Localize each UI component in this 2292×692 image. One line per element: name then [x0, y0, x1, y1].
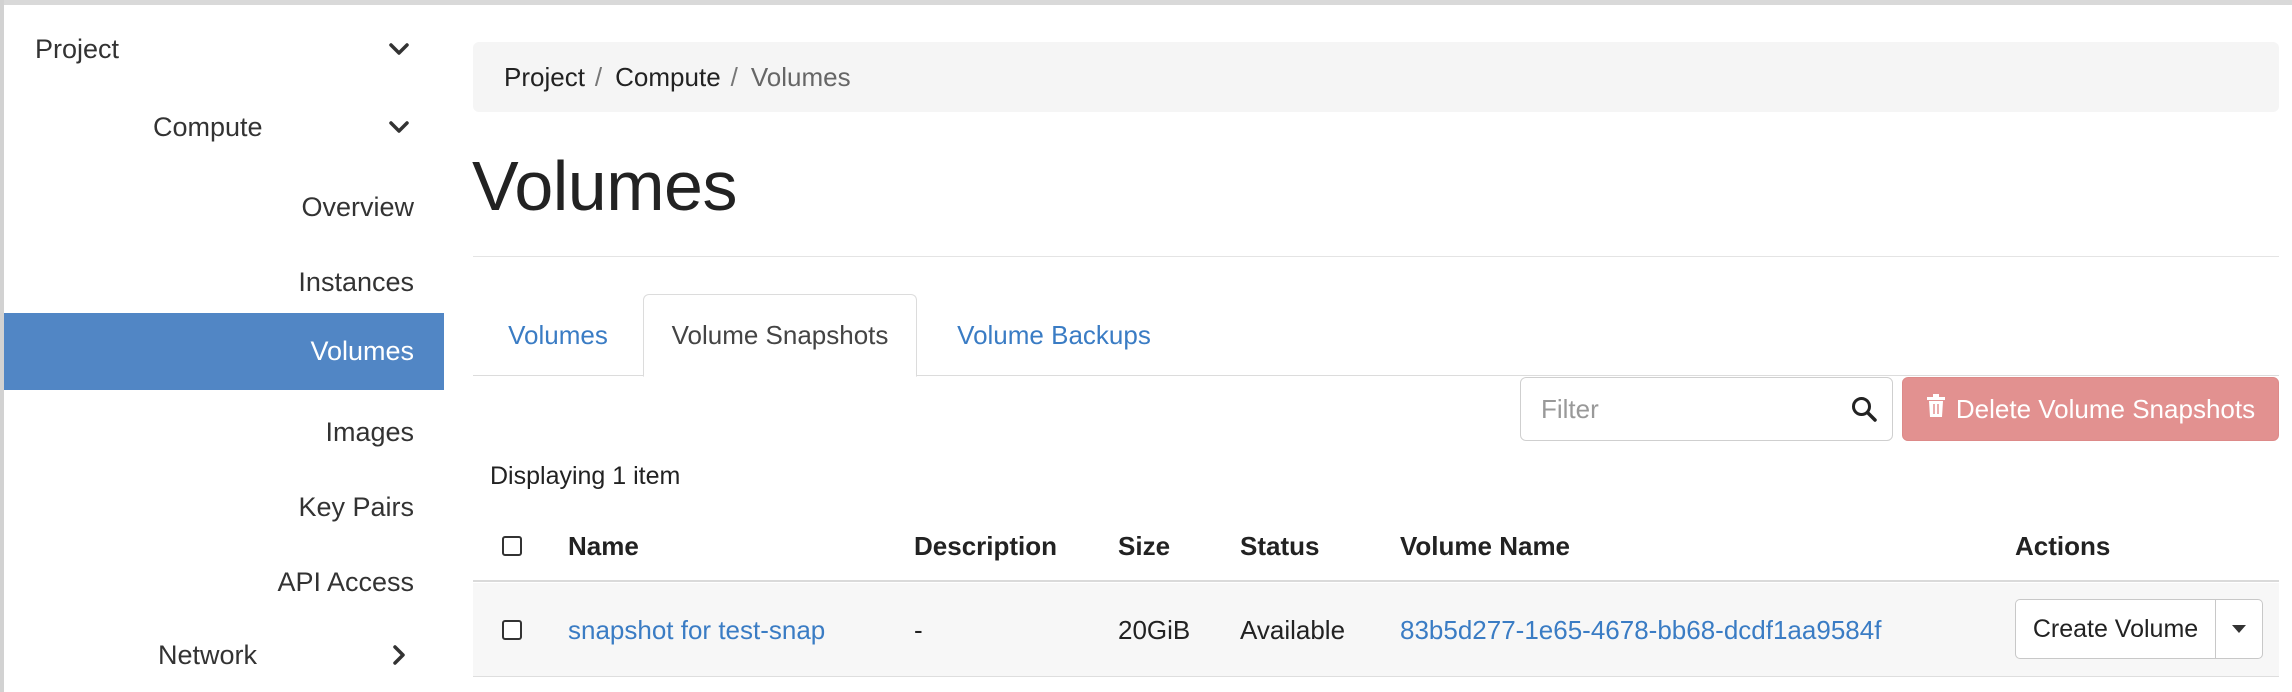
snapshot-description: -: [914, 614, 923, 645]
column-header-size[interactable]: Size: [1118, 510, 1170, 582]
item-count: Displaying 1 item: [490, 462, 681, 490]
sidebar-item-key-pairs[interactable]: Key Pairs: [4, 475, 444, 539]
row-checkbox[interactable]: [502, 620, 522, 640]
filter-input[interactable]: [1521, 378, 1841, 440]
sidebar-item-label: Key Pairs: [298, 491, 414, 522]
breadcrumb-compute[interactable]: Compute: [615, 62, 721, 93]
sidebar-item-label: API Access: [277, 566, 414, 597]
chevron-down-icon: [386, 114, 412, 140]
sidebar-section-label: Network: [158, 639, 258, 670]
table-header: Name Description Size Status Volume Name…: [473, 510, 2279, 582]
column-header-volume-name[interactable]: Volume Name: [1400, 510, 1570, 582]
sidebar-item-label: Instances: [298, 266, 414, 297]
search-icon[interactable]: [1850, 395, 1878, 423]
snapshot-status: Available: [1240, 614, 1346, 645]
sidebar-item-label: Images: [325, 416, 414, 447]
sidebar-item-images[interactable]: Images: [4, 400, 444, 464]
sidebar-item-overview[interactable]: Overview: [4, 175, 444, 239]
select-all-checkbox[interactable]: [502, 536, 522, 556]
column-header-description[interactable]: Description: [914, 510, 1057, 582]
trash-icon: [1926, 393, 1946, 425]
row-actions: Create Volume: [2015, 599, 2263, 659]
select-all-cell: [502, 510, 522, 582]
delete-button-label: Delete Volume Snapshots: [1955, 393, 2256, 424]
sidebar-section-label: Project: [35, 33, 120, 64]
breadcrumb-current: Volumes: [750, 61, 851, 92]
sidebar-item-volumes[interactable]: Volumes: [4, 313, 444, 390]
chevron-right-icon: [386, 642, 412, 668]
sidebar-section-label: Compute: [153, 111, 263, 142]
filter-box: [1520, 377, 1893, 441]
caret-down-icon: [2232, 625, 2246, 633]
sidebar: Project Compute Overview Instances Volum…: [4, 5, 444, 692]
snapshot-size: 20GiB: [1118, 614, 1191, 645]
volume-name-link[interactable]: 83b5d277-1e65-4678-bb68-dcdf1aa9584f: [1400, 583, 1881, 677]
sidebar-section-project[interactable]: Project: [4, 21, 444, 77]
tab-volumes[interactable]: Volumes: [473, 294, 643, 376]
actions-dropdown-toggle[interactable]: [2215, 599, 2263, 659]
tab-bar: Volumes Volume Snapshots Volume Backups: [473, 294, 2279, 377]
sidebar-item-api-access[interactable]: API Access: [4, 550, 444, 614]
breadcrumb-separator: /: [594, 61, 603, 92]
column-header-status[interactable]: Status: [1240, 510, 1319, 582]
delete-volume-snapshots-button[interactable]: Delete Volume Snapshots: [1902, 377, 2279, 441]
chevron-down-icon: [386, 36, 412, 62]
page-title: Volumes: [472, 147, 737, 225]
breadcrumb-separator: /: [730, 61, 738, 92]
sidebar-item-label: Overview: [301, 191, 414, 222]
column-header-actions: Actions: [2015, 530, 2111, 561]
table-row: snapshot for test-snap - 20GiB Available…: [473, 583, 2279, 677]
column-header-name[interactable]: Name: [568, 510, 639, 582]
create-volume-button[interactable]: Create Volume: [2015, 599, 2215, 659]
breadcrumb-project[interactable]: Project: [504, 62, 585, 93]
tab-volume-snapshots[interactable]: Volume Snapshots: [643, 294, 917, 377]
sidebar-item-instances[interactable]: Instances: [4, 250, 444, 314]
sidebar-section-network[interactable]: Network: [4, 627, 444, 683]
snapshot-name-link[interactable]: snapshot for test-snap: [568, 583, 825, 677]
title-divider: [473, 256, 2279, 257]
row-select-cell: [502, 583, 522, 677]
sidebar-section-compute[interactable]: Compute: [4, 99, 444, 155]
tab-volume-backups[interactable]: Volume Backups: [917, 294, 1191, 376]
breadcrumb: Project / Compute / Volumes: [473, 42, 2279, 112]
sidebar-item-label: Volumes: [310, 336, 414, 366]
